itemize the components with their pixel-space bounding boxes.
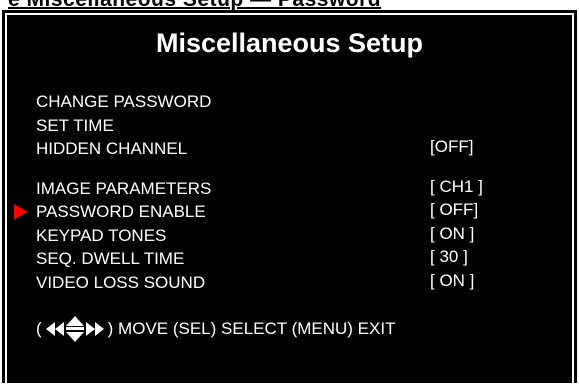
menu-item-seq-dwell-time[interactable]: SEQ. DWELL TIME [ 30 ]: [36, 247, 556, 271]
hint-open-paren: (: [36, 319, 42, 338]
menu-item-hidden-channel[interactable]: HIDDEN CHANNEL [OFF]: [36, 137, 556, 161]
menu-item-label: PASSWORD ENABLE: [36, 202, 206, 221]
hint-text: ) MOVE (SEL) SELECT (MENU) EXIT: [107, 319, 396, 338]
menu-item-value: [ 30 ]: [430, 247, 468, 266]
menu-item-image-parameters[interactable]: IMAGE PARAMETERS [ CH1 ]: [36, 177, 556, 201]
cut-header-text: e Miscellaneous Setup — Password: [8, 0, 381, 10]
menu-item-value: [ CH1 ]: [430, 176, 483, 196]
menu-item-video-loss-sound[interactable]: VIDEO LOSS SOUND [ ON ]: [36, 271, 556, 295]
page-title: Miscellaneous Setup: [155, 28, 424, 58]
menu-item-set-time[interactable]: SET TIME: [36, 114, 556, 138]
left-arrows-icon: [45, 322, 64, 336]
osd-screen: Miscellaneous Setup CHANGE PASSWORD SET …: [2, 10, 577, 389]
menu-item-label: SEQ. DWELL TIME: [36, 249, 185, 268]
menu-item-label: IMAGE PARAMETERS: [36, 178, 212, 198]
right-arrows-icon: [85, 322, 104, 336]
menu-item-value: [ OFF]: [430, 200, 479, 219]
menu-item-change-password[interactable]: CHANGE PASSWORD: [36, 90, 556, 114]
selection-cursor-icon: [14, 204, 28, 220]
up-down-arrows-icon: [65, 316, 84, 342]
menu-item-value: [OFF]: [430, 137, 474, 156]
menu-item-label: HIDDEN CHANNEL: [36, 139, 188, 158]
menu-item-label: CHANGE PASSWORD: [36, 92, 212, 111]
menu-item-password-enable[interactable]: PASSWORD ENABLE [ OFF]: [14, 200, 556, 224]
nav-arrows: [45, 316, 104, 342]
menu-item-value: [ ON ]: [430, 270, 475, 290]
menu-item-label: KEYPAD TONES: [36, 225, 167, 245]
top-cut-strip: e Miscellaneous Setup — Password: [0, 0, 579, 10]
menu-item-label: VIDEO LOSS SOUND: [36, 272, 206, 292]
navigation-hint: ( ) MOVE (SEL) SELECT (MENU) EXIT: [36, 316, 395, 342]
menu-item-value: [ ON ]: [430, 223, 475, 243]
settings-menu: CHANGE PASSWORD SET TIME HIDDEN CHANNEL …: [14, 90, 556, 295]
menu-item-keypad-tones[interactable]: KEYPAD TONES [ ON ]: [36, 224, 556, 248]
menu-item-label: SET TIME: [36, 115, 114, 135]
